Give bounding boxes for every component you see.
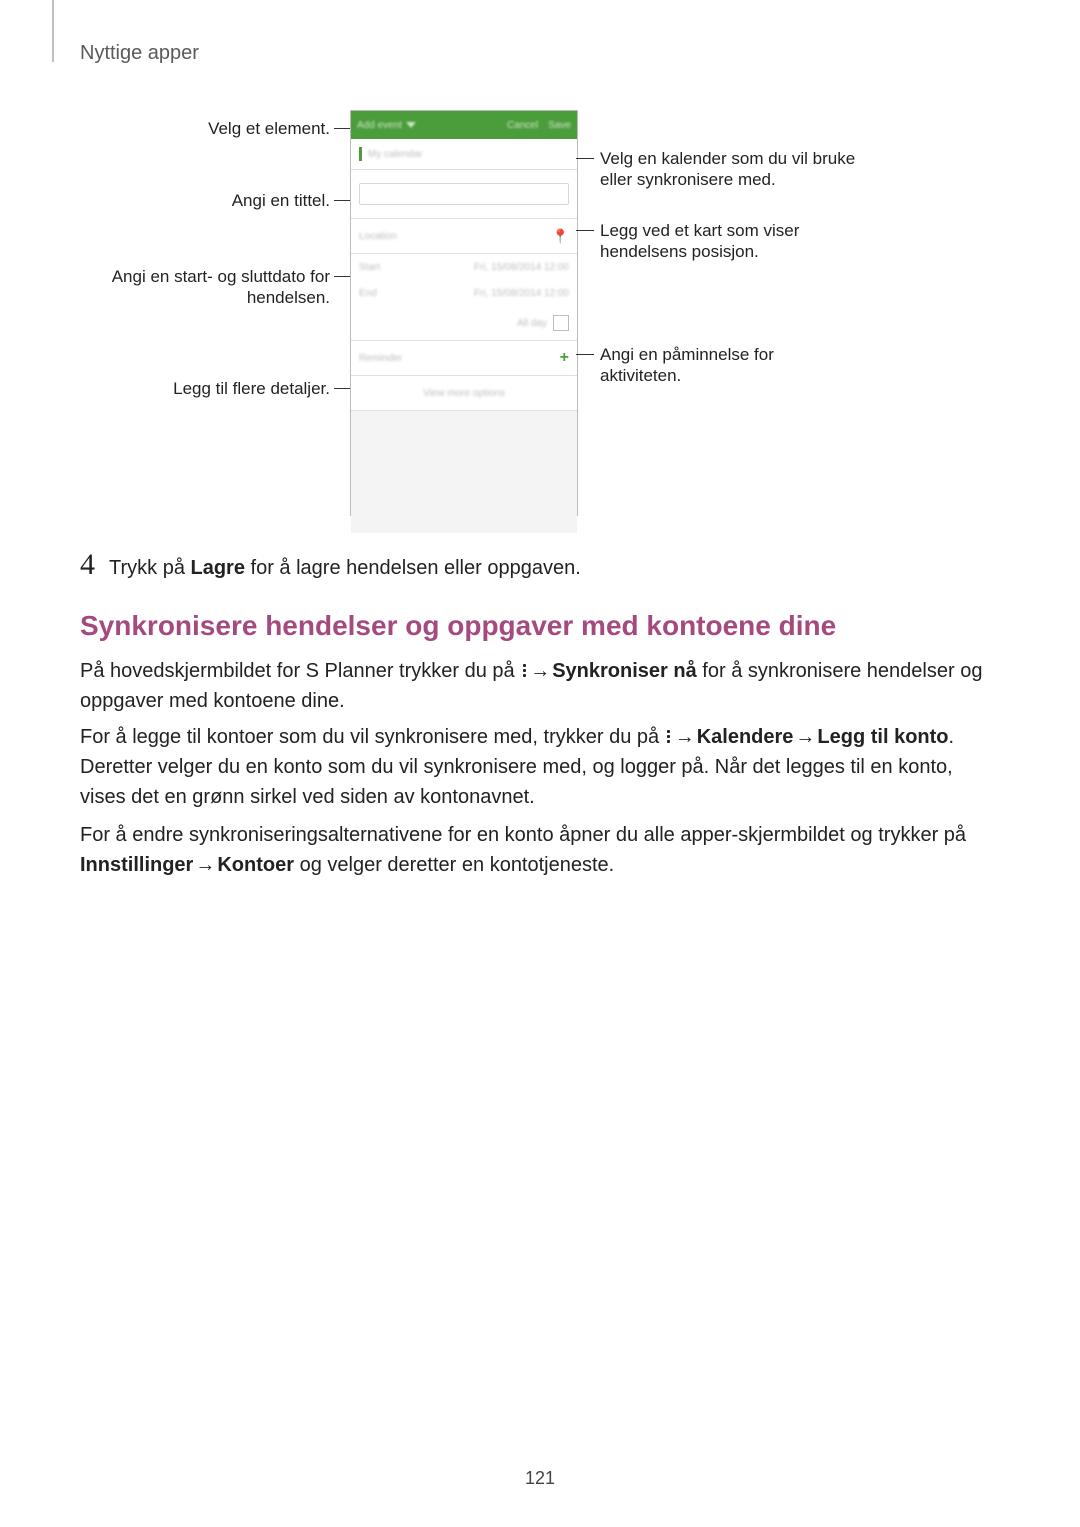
callout-more-details: Legg til flere detaljer.: [90, 378, 330, 399]
p1-arrow: →: [530, 656, 550, 686]
add-event-label: Add event: [357, 120, 402, 131]
reminder-row: Reminder +: [351, 341, 577, 376]
start-value: Fri, 15/08/2014 12:00: [474, 262, 569, 273]
callout-reminder-l2: aktiviteten.: [600, 366, 681, 385]
callout-line: [334, 128, 350, 129]
dropdown-triangle-icon: [406, 122, 416, 128]
paragraph-3: For å endre synkroniseringsalternativene…: [80, 820, 1000, 880]
step-number: 4: [80, 548, 95, 582]
callout-line: [576, 158, 594, 159]
callout-reminder: Angi en påminnelse for aktiviteten.: [600, 344, 920, 387]
add-reminder-icon: +: [560, 349, 569, 367]
location-pin-icon: 📍: [552, 228, 569, 245]
paragraph-2: For å legge til kontoer som du vil synkr…: [80, 722, 1000, 812]
annotated-screenshot: Add event Cancel Save My calendar Locati…: [90, 110, 990, 520]
section-title: Synkronisere hendelser og oppgaver med k…: [80, 610, 836, 642]
calendar-color-bar: [359, 147, 362, 161]
step-text: Trykk på Lagre for å lagre hendelsen ell…: [109, 553, 581, 583]
p2-arrow1: →: [675, 722, 695, 752]
callout-line: [334, 388, 350, 389]
location-label: Location: [359, 231, 397, 242]
reminder-label: Reminder: [359, 353, 402, 364]
p2-kalendere: Kalendere: [697, 726, 794, 748]
step4-after: for å lagre hendelsen eller oppgaven.: [245, 557, 581, 579]
start-label: Start: [359, 262, 380, 273]
p3-a: For å endre synkroniseringsalternativene…: [80, 824, 966, 846]
end-value: Fri, 15/08/2014 12:00: [474, 288, 569, 299]
more-menu-icon: [521, 662, 527, 679]
callout-choose-calendar: Velg en kalender som du vil bruke eller …: [600, 148, 920, 191]
p2-arrow2: →: [795, 722, 815, 752]
p1-a: På hovedskjermbildet for S Planner trykk…: [80, 660, 520, 682]
p3-kontoer: Kontoer: [217, 854, 294, 876]
p3-arrow: →: [195, 850, 215, 880]
callout-choose-calendar-l1: Velg en kalender som du vil bruke: [600, 149, 855, 168]
calendar-row: My calendar: [351, 139, 577, 170]
p2-leggtil: Legg til konto: [817, 726, 948, 748]
paragraph-1: På hovedskjermbildet for S Planner trykk…: [80, 656, 1000, 716]
p3-e: og velger deretter en kontotjeneste.: [294, 854, 614, 876]
callout-select-element: Velg et element.: [90, 118, 330, 139]
allday-checkbox: [553, 315, 569, 331]
callout-title: Angi en tittel.: [90, 190, 330, 211]
callout-line: [576, 230, 594, 231]
callout-dates-line2: hendelsen.: [247, 288, 330, 307]
callout-map-l2: hendelsens posisjon.: [600, 242, 759, 261]
callout-choose-calendar-l2: eller synkronisere med.: [600, 170, 776, 189]
p3-innstillinger: Innstillinger: [80, 854, 193, 876]
callout-dates: Angi en start- og sluttdato for hendelse…: [70, 266, 330, 309]
more-menu-icon: [666, 728, 672, 745]
phone-header: Add event Cancel Save: [351, 111, 577, 139]
callout-line: [334, 200, 350, 201]
step4-before: Trykk på: [109, 557, 191, 579]
callout-dates-line1: Angi en start- og sluttdato for: [112, 267, 330, 286]
callout-reminder-l1: Angi en påminnelse for: [600, 345, 774, 364]
allday-row: All day: [351, 306, 577, 341]
callout-map-l1: Legg ved et kart som viser: [600, 221, 799, 240]
callout-map: Legg ved et kart som viser hendelsens po…: [600, 220, 920, 263]
p2-a: For å legge til kontoer som du vil synkr…: [80, 726, 665, 748]
more-options-label: View more options: [423, 388, 505, 399]
step4-bold: Lagre: [191, 557, 245, 579]
save-button: Save: [548, 120, 571, 131]
more-options-row: View more options: [351, 376, 577, 411]
allday-label: All day: [517, 318, 547, 329]
title-input: [359, 183, 569, 205]
page-number: 121: [0, 1468, 1080, 1489]
location-row: Location 📍: [351, 219, 577, 254]
start-row: Start Fri, 15/08/2014 12:00: [351, 254, 577, 280]
phone-blank-area: [351, 411, 577, 533]
left-rule: [52, 0, 54, 62]
step-4: 4 Trykk på Lagre for å lagre hendelsen e…: [80, 548, 1000, 583]
end-label: End: [359, 288, 377, 299]
breadcrumb: Nyttige apper: [80, 42, 199, 65]
p1-bold: Synkroniser nå: [552, 660, 697, 682]
phone-mock: Add event Cancel Save My calendar Locati…: [350, 110, 578, 516]
calendar-name: My calendar: [368, 149, 422, 160]
callout-line: [576, 354, 594, 355]
end-row: End Fri, 15/08/2014 12:00: [351, 280, 577, 306]
title-row: [351, 170, 577, 219]
cancel-button: Cancel: [507, 120, 538, 131]
callout-line: [334, 276, 350, 277]
